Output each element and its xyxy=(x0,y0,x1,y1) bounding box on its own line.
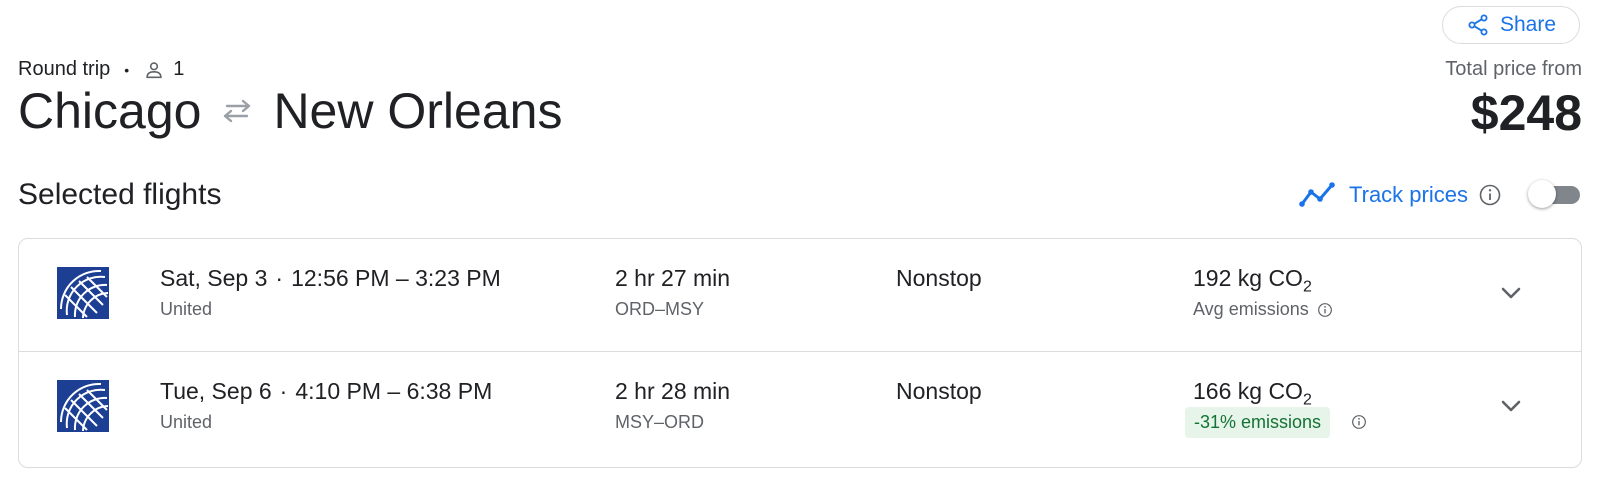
chevron-down-icon[interactable] xyxy=(1497,279,1525,307)
emissions-value: 192 kg CO2 xyxy=(1193,265,1312,297)
share-label: Share xyxy=(1499,13,1557,36)
united-logo xyxy=(57,380,109,432)
emissions-number: 192 kg CO xyxy=(1193,265,1303,291)
flight-duration: 2 hr 28 min xyxy=(615,378,731,404)
price-label: Total price from xyxy=(1445,58,1582,80)
emissions-note-text: Avg emissions xyxy=(1193,299,1309,319)
airline-name: United xyxy=(160,412,213,432)
info-icon[interactable] xyxy=(1351,414,1367,430)
flight-times: Tue, Sep 6 · 4:10 PM – 6:38 PM xyxy=(160,378,492,405)
destination-city: New Orleans xyxy=(273,83,563,139)
emissions-value: 166 kg CO2 xyxy=(1193,378,1312,410)
passenger-count: 1 xyxy=(173,58,185,80)
track-prices-label: Track prices xyxy=(1349,182,1468,207)
airline-name: United xyxy=(160,299,213,319)
separator-dot: · xyxy=(279,378,288,404)
separator-dot: • xyxy=(124,61,130,78)
flight-duration: 2 hr 27 min xyxy=(615,265,731,291)
total-price: $248 xyxy=(1470,85,1582,141)
origin-city: Chicago xyxy=(18,83,202,139)
emissions-subscript: 2 xyxy=(1302,278,1312,296)
flight-time-range: 12:56 PM – 3:23 PM xyxy=(291,265,501,291)
flight-airports: ORD–MSY xyxy=(615,299,705,319)
flight-date: Sat, Sep 3 xyxy=(160,265,268,291)
flight-time-range: 4:10 PM – 6:38 PM xyxy=(295,378,493,404)
flight-date: Tue, Sep 6 xyxy=(160,378,272,404)
chevron-down-icon[interactable] xyxy=(1497,392,1525,420)
flight-times: Sat, Sep 3 · 12:56 PM – 3:23 PM xyxy=(160,265,501,292)
flight-stops: Nonstop xyxy=(896,265,982,291)
emissions-number: 166 kg CO xyxy=(1193,378,1303,404)
track-prices-toggle[interactable] xyxy=(1528,180,1582,208)
emissions-badge: -31% emissions xyxy=(1185,407,1331,438)
track-prices[interactable]: Track prices xyxy=(1299,180,1502,210)
info-icon[interactable] xyxy=(1317,302,1333,318)
info-icon[interactable] xyxy=(1478,183,1502,207)
flight-airports: MSY–ORD xyxy=(615,412,705,432)
flight-row[interactable]: Sat, Sep 3 · 12:56 PM – 3:23 PM United 2 h… xyxy=(19,239,1581,353)
flights-list: Sat, Sep 3 · 12:56 PM – 3:23 PM United 2 h… xyxy=(18,238,1582,468)
united-logo xyxy=(57,267,109,319)
toggle-knob xyxy=(1528,180,1556,208)
swap-arrows-icon xyxy=(224,99,251,123)
share-button[interactable]: Share xyxy=(1442,6,1580,44)
flight-row[interactable]: Tue, Sep 6 · 4:10 PM – 6:38 PM United 2 hr… xyxy=(19,351,1581,466)
emissions-note: Avg emissions xyxy=(1193,299,1333,320)
flight-stops: Nonstop xyxy=(896,378,982,404)
trip-meta: Round trip • 1 xyxy=(18,58,184,81)
share-icon xyxy=(1468,14,1488,36)
person-icon xyxy=(146,61,162,78)
trend-icon xyxy=(1299,182,1335,207)
route-title: Chicago New Orleans xyxy=(18,82,562,140)
separator-dot: · xyxy=(275,265,284,291)
trip-type: Round trip xyxy=(18,58,111,80)
section-title: Selected flights xyxy=(18,178,222,211)
